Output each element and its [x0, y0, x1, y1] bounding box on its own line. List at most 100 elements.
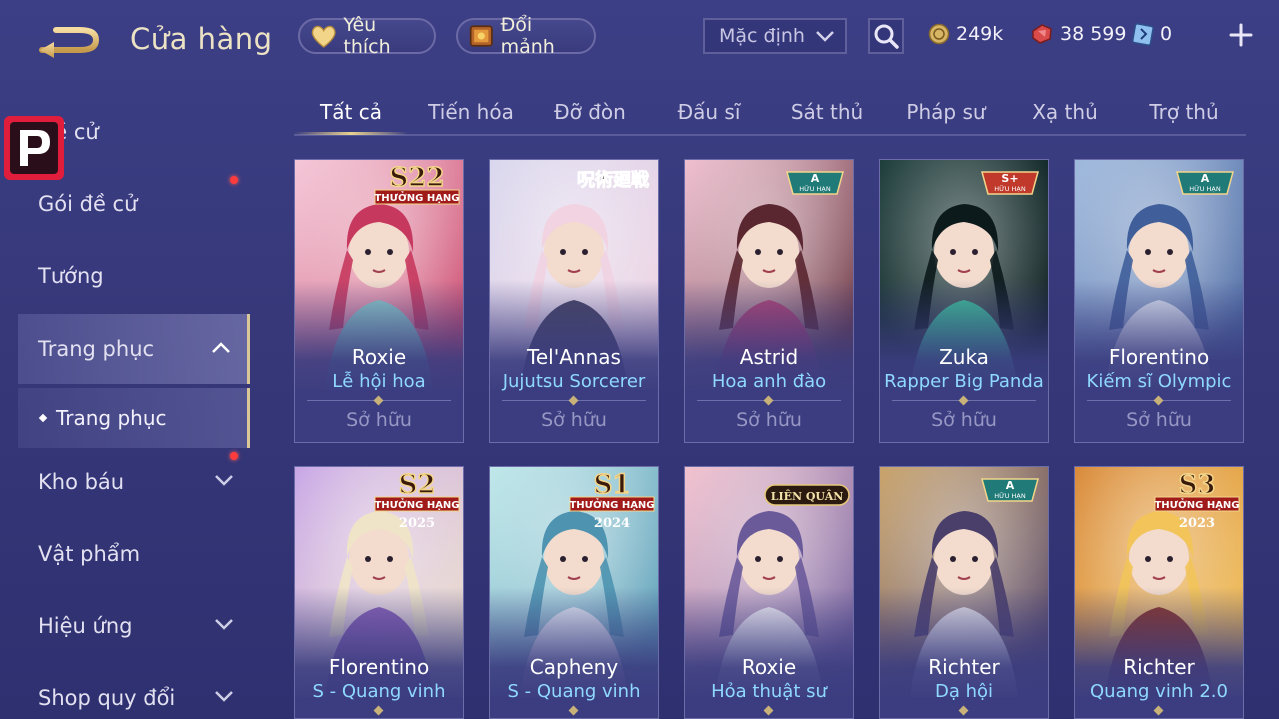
svg-text:A: A [811, 172, 820, 185]
sidebar-item-label: Trang phục [38, 337, 155, 361]
sidebar-item-label: Kho báu [38, 470, 125, 494]
svg-text:呪術廻戦: 呪術廻戦 [577, 169, 650, 191]
chevron-down-icon [816, 31, 834, 42]
svg-text:S22: S22 [390, 163, 445, 193]
divider-diamond-icon [958, 705, 969, 716]
divider-diamond-icon [373, 705, 384, 716]
svg-text:THƯỞNG HẠNG: THƯỞNG HẠNG [569, 497, 654, 511]
sidebar-item-heroes[interactable]: Tướng [18, 246, 250, 306]
hero-name: Tel'Annas [527, 345, 621, 369]
sidebar-item-items[interactable]: Vật phẩm [18, 524, 250, 584]
tab-fighter[interactable]: Đấu sĩ [652, 100, 766, 136]
tab-support[interactable]: Trợ thủ [1127, 100, 1241, 136]
divider-diamond-icon [373, 395, 384, 406]
tab-marksman[interactable]: Xạ thủ [1008, 100, 1122, 136]
svg-text:THƯỞNG HẠNG: THƯỞNG HẠNG [374, 190, 459, 204]
skin-card[interactable]: S3 THƯỞNG HẠNG 2023 Richter Quang vinh 2… [1074, 466, 1244, 719]
skin-card[interactable]: S+ HỮU HẠN Zuka Rapper Big Panda Sở hữu [879, 159, 1049, 443]
hero-name: Astrid [739, 345, 799, 369]
chevron-down-icon [215, 691, 233, 702]
svg-text:A: A [1006, 479, 1015, 492]
season-rank-badge: S3 THƯỞNG HẠNG 2023 [1154, 469, 1239, 531]
tab-tank[interactable]: Đỡ đòn [533, 100, 647, 136]
tab-all[interactable]: Tất cả [294, 100, 408, 136]
skin-name: Hoa anh đào [711, 371, 827, 392]
gold-currency: 249k [928, 20, 1003, 48]
overlay-app-logo[interactable] [4, 116, 64, 180]
favorite-button[interactable]: Yêu thích [298, 14, 436, 58]
top-bar: Cửa hàng Yêu thích Đổi mảnh Mặc định 249… [0, 0, 1279, 72]
favorite-label: Yêu thích [343, 14, 391, 58]
sidebar-item-treasure[interactable]: Kho báu [18, 452, 250, 512]
tab-assassin[interactable]: Sát thủ [770, 100, 884, 136]
skin-card[interactable]: S1 THƯỞNG HẠNG 2024 Capheny S - Quang vi… [489, 466, 659, 719]
sidebar-item-effects[interactable]: Hiệu ứng [18, 596, 250, 656]
divider-diamond-icon [958, 395, 969, 406]
hero-name: Zuka [939, 345, 989, 369]
rarity-badge: A HỮU HẠN [981, 478, 1039, 502]
season-rank-badge: S22 THƯỞNG HẠNG [374, 162, 460, 205]
voucher-currency: 38 599 [1030, 20, 1126, 48]
game-logo-badge: LIÊN QUÂN [764, 484, 850, 506]
owned-status: Sở hữu [736, 409, 802, 431]
chevron-up-icon [212, 342, 230, 353]
sidebar-item-recommended-packs[interactable]: Gói đề cử [18, 174, 250, 234]
svg-text:S3: S3 [1179, 470, 1216, 500]
hero-name: Richter [928, 655, 1000, 679]
bullet-diamond-icon [38, 413, 48, 423]
hero-name: Florentino [1108, 345, 1210, 369]
skin-name: Quang vinh 2.0 [1090, 681, 1228, 702]
hero-name: Florentino [328, 655, 430, 679]
sort-dropdown[interactable]: Mặc định [703, 18, 847, 54]
chevron-down-icon [215, 475, 233, 486]
plus-icon[interactable] [1228, 22, 1254, 48]
season-rank-badge: S2 THƯỞNG HẠNG 2025 [374, 469, 459, 531]
svg-text:S2: S2 [399, 470, 436, 500]
skin-name: S - Quang vinh [312, 681, 446, 702]
heart-icon [311, 25, 336, 48]
active-tab-indicator [294, 132, 408, 135]
skin-card[interactable]: A HỮU HẠN Astrid Hoa anh đào Sở hữu [684, 159, 854, 443]
voucher-gem-icon [1032, 24, 1052, 44]
skin-name: S - Quang vinh [507, 681, 641, 702]
sort-value: Mặc định [719, 25, 805, 47]
rarity-badge: S+ HỮU HẠN [981, 171, 1039, 195]
skin-card[interactable]: S22 THƯỞNG HẠNG Roxie Lễ hội hoa Sở hữu [294, 159, 464, 443]
skin-name: Jujutsu Sorcerer [502, 371, 646, 392]
sidebar-subitem-label: Trang phục [56, 406, 167, 430]
svg-text:A: A [1201, 172, 1210, 185]
sidebar-item-label: Tướng [38, 264, 104, 288]
back-arrow-icon[interactable] [36, 20, 104, 60]
skin-card[interactable]: A HỮU HẠN Florentino Kiếm sĩ Olympic Sở … [1074, 159, 1244, 443]
svg-text:THƯỞNG HẠNG: THƯỞNG HẠNG [1154, 497, 1239, 511]
gold-value: 249k [956, 23, 1004, 45]
sidebar-item-skins[interactable]: Trang phục [18, 314, 250, 384]
skin-card[interactable]: A HỮU HẠN Richter Dạ hội [879, 466, 1049, 719]
skin-name: Dạ hội [934, 681, 994, 702]
skin-card[interactable]: LIÊN QUÂN Roxie Hỏa thuật sư [684, 466, 854, 719]
sidebar-item-label: Shop quy đổi [38, 686, 176, 710]
search-button[interactable] [868, 18, 904, 54]
tab-evolution[interactable]: Tiến hóa [414, 100, 528, 136]
tab-mage[interactable]: Pháp sư [889, 100, 1003, 136]
divider-diamond-icon [763, 395, 774, 406]
owned-status: Sở hữu [541, 409, 607, 431]
collab-logo-badge: 呪術廻戦 [577, 169, 651, 192]
ticket-icon [1132, 23, 1154, 46]
sidebar-subitem-skins[interactable]: Trang phục [18, 388, 250, 448]
svg-text:S1: S1 [594, 470, 631, 500]
owned-status: Sở hữu [1126, 409, 1192, 431]
fragment-chest-icon [469, 25, 493, 47]
ticket-currency: 0 [1132, 20, 1172, 48]
skin-name: Hỏa thuật sư [711, 681, 827, 702]
notification-dot [230, 452, 238, 460]
search-icon [874, 24, 899, 49]
svg-text:HỮU HẠN: HỮU HẠN [994, 491, 1026, 500]
skin-card[interactable]: 呪術廻戦 Tel'Annas Jujutsu Sorcerer Sở hữu [489, 159, 659, 443]
svg-text:2023: 2023 [1179, 516, 1215, 531]
skin-name: Kiếm sĩ Olympic [1086, 371, 1232, 392]
svg-text:2024: 2024 [594, 516, 630, 531]
skin-card[interactable]: S2 THƯỞNG HẠNG 2025 Florentino S - Quang… [294, 466, 464, 719]
sidebar-item-exchange-shop[interactable]: Shop quy đổi [18, 668, 250, 719]
exchange-fragments-button[interactable]: Đổi mảnh [456, 14, 596, 58]
